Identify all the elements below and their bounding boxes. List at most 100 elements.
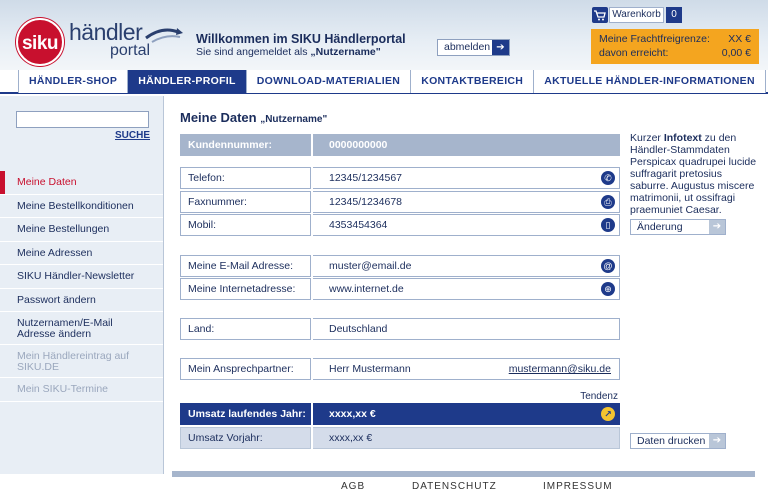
country-row: Land: Deutschland [180,318,620,340]
fax-value: 12345/1234678 ⎙ [313,191,620,213]
globe-icon[interactable]: ⊕ [601,282,615,296]
sidebar-item-haendlereintrag: Mein Händlereintrag auf SIKU.DE [0,345,163,378]
info-text: Kurzer Infotext zu den Händler-Stammdate… [630,132,760,216]
sidebar-item-label: Adresse ändern [17,328,92,340]
tab-download-materialien[interactable]: DOWNLOAD-MATERIALIEN [246,70,412,93]
web-label: Meine Internetadresse: [180,278,311,300]
contact-row: Mein Ansprechpartner: Herr Mustermann mus… [180,358,620,380]
email-row: Meine E-Mail Adresse: muster@email.de @ [180,255,620,277]
page-title-user: „Nutzername" [260,114,328,125]
mobile-phone-icon[interactable]: ▯ [601,218,615,232]
header: siku händler portal Willkommen im SIKU H… [0,0,768,70]
phone-text: 12345/1234567 [329,172,402,184]
fax-icon[interactable]: ⎙ [601,195,615,209]
sales-current-value: xxxx,xx € ↗ [313,403,620,425]
sidebar-item-nutzername-email[interactable]: Nutzernamen/E-Mail Adresse ändern [0,312,163,345]
sidebar-menu: Meine Daten Meine Bestellkonditionen Mei… [0,171,163,402]
reached-label: davon erreicht: [599,47,669,59]
customer-number-row: Kundennummer: 0000000000 [180,134,620,156]
contact-email-link[interactable]: mustermann@siku.de [509,359,611,379]
web-row: Meine Internetadresse: www.internet.de ⊕ [180,278,620,300]
tab-aktuelle-informationen[interactable]: AKTUELLE HÄNDLER-INFORMATIONEN [534,70,766,93]
sidebar-item-adressen[interactable]: Meine Adressen [0,242,163,265]
page-title: Meine Daten „Nutzername" [180,110,327,125]
print-data-button[interactable]: Daten drucken ➔ [630,433,726,449]
freight-box: Meine Frachtfreigrenze: XX € davon erreic… [591,29,759,64]
trend-up-icon: ↗ [601,407,615,421]
phone-value: 12345/1234567 ✆ [313,167,620,189]
web-text: www.internet.de [329,283,404,295]
footer-link-agb[interactable]: AGB [341,481,365,492]
mobile-value: 4353454364 ▯ [313,214,620,236]
change-button-label: Änderung [637,221,683,233]
country-label: Land: [180,318,311,340]
logged-in-username: „Nutzername" [310,46,381,58]
sidebar-item-termine: Mein SIKU-Termine [0,378,163,402]
sales-current-text: xxxx,xx € [329,408,376,420]
page-title-text: Meine Daten [180,110,257,125]
fax-text: 12345/1234678 [329,196,402,208]
email-label: Meine E-Mail Adresse: [180,255,311,277]
at-sign-icon[interactable]: @ [601,259,615,273]
reached-value: 0,00 € [721,47,751,59]
web-value: www.internet.de ⊕ [313,278,620,300]
fax-row: Faxnummer: 12345/1234678 ⎙ [180,191,620,213]
contact-value: Herr Mustermann mustermann@siku.de [313,358,620,380]
contact-name: Herr Mustermann [329,363,411,375]
info-prefix: Kurzer [630,132,664,144]
footer-divider [172,471,755,477]
email-value: muster@email.de @ [313,255,620,277]
change-button[interactable]: Änderung ➔ [630,219,726,235]
mobile-row: Mobil: 4353454364 ▯ [180,214,620,236]
customer-number-label: Kundennummer: [180,134,311,156]
sidebar-item-bestellkonditionen[interactable]: Meine Bestellkonditionen [0,195,163,218]
sidebar: SUCHE Meine Daten Meine Bestellkondition… [0,96,164,474]
info-bold: Infotext [663,132,702,144]
cart-button[interactable]: Warenkorb [609,7,664,23]
sales-current-label: Umsatz laufendes Jahr: [180,403,311,425]
logout-label: abmelden [444,41,491,53]
contact-label: Mein Ansprechpartner: [180,358,311,380]
cart-count-badge: 0 [666,7,682,23]
trend-label: Tendenz [580,391,618,402]
country-value: Deutschland [313,318,620,340]
arrow-right-icon: ➔ [709,220,725,234]
siku-logo[interactable]: siku händler portal [14,12,184,66]
tab-haendler-shop[interactable]: HÄNDLER-SHOP [18,70,129,93]
sales-previous-row: Umsatz Vorjahr: xxxx,xx € [180,427,620,449]
siku-logo-badge: siku [16,18,64,66]
mobile-text: 4353454364 [329,219,388,231]
footer-links: AGB DATENSCHUTZ IMPRESSUM [0,481,768,495]
arrow-right-icon: ➔ [492,40,509,55]
customer-number-value: 0000000000 [313,134,620,156]
sales-previous-value: xxxx,xx € [313,427,620,449]
sidebar-item-newsletter[interactable]: SIKU Händler-Newsletter [0,265,163,289]
main-nav: HÄNDLER-SHOP HÄNDLER-PROFIL DOWNLOAD-MAT… [0,70,768,94]
tab-kontaktbereich[interactable]: KONTAKTBEREICH [411,70,535,93]
welcome-heading: Willkommen im SIKU Händlerportal [196,32,406,46]
logged-in-prefix: Sie sind angemeldet als [196,46,311,58]
fax-label: Faxnummer: [180,191,311,213]
footer-link-impressum[interactable]: IMPRESSUM [543,481,613,492]
phone-label: Telefon: [180,167,311,189]
footer-link-datenschutz[interactable]: DATENSCHUTZ [412,481,497,492]
freight-value: XX € [728,33,751,45]
sidebar-item-bestellungen[interactable]: Meine Bestellungen [0,218,163,242]
phone-icon[interactable]: ✆ [601,171,615,185]
logout-button[interactable]: abmelden ➔ [437,39,510,56]
sidebar-item-meine-daten[interactable]: Meine Daten [0,171,163,195]
shopping-cart-icon[interactable] [592,7,608,23]
search-link[interactable]: SUCHE [115,130,150,141]
info-body: zu den Händler-Stammdaten Perspicax quad… [630,132,757,216]
sidebar-item-label: SIKU.DE [17,361,60,373]
mobile-label: Mobil: [180,214,311,236]
tab-haendler-profil[interactable]: HÄNDLER-PROFIL [128,70,247,93]
email-text: muster@email.de [329,260,412,272]
sidebar-item-passwort[interactable]: Passwort ändern [0,289,163,312]
swoosh-icon [145,28,183,43]
freight-label: Meine Frachtfreigrenze: [599,33,710,45]
print-button-label: Daten drucken [637,435,706,447]
arrow-right-icon: ➔ [709,434,725,448]
sales-previous-label: Umsatz Vorjahr: [180,427,311,449]
search-input[interactable] [16,111,149,128]
